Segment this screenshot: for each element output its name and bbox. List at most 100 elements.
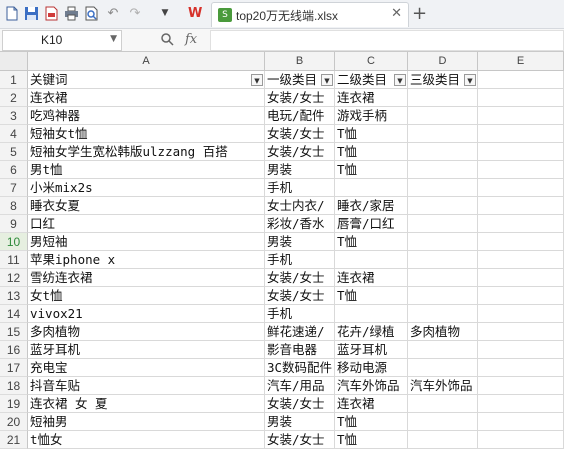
table-cell[interactable]	[408, 431, 478, 449]
table-cell[interactable]	[478, 269, 564, 287]
column-header-a[interactable]: A	[28, 52, 265, 71]
table-cell[interactable]	[478, 431, 564, 449]
table-cell[interactable]: 移动电源	[335, 359, 408, 377]
table-cell[interactable]: 短袖女学生宽松韩版ulzzang 百搭	[28, 143, 265, 161]
select-all-corner[interactable]	[0, 52, 28, 71]
row-header[interactable]: 5	[0, 143, 28, 161]
row-header[interactable]: 14	[0, 305, 28, 323]
table-cell[interactable]: 女士内衣/	[265, 197, 335, 215]
table-cell[interactable]: T恤	[335, 233, 408, 251]
table-cell[interactable]: 汽车外饰品	[335, 377, 408, 395]
table-cell[interactable]: 抖音车贴	[28, 377, 265, 395]
table-cell[interactable]: 男短袖	[28, 233, 265, 251]
table-cell[interactable]: 电玩/配件	[265, 107, 335, 125]
table-cell[interactable]: 苹果iphone x	[28, 251, 265, 269]
table-cell[interactable]: 唇膏/口红	[335, 215, 408, 233]
table-cell[interactable]: 连衣裙	[28, 89, 265, 107]
table-cell[interactable]	[408, 179, 478, 197]
table-cell[interactable]	[408, 287, 478, 305]
table-cell[interactable]: 口红	[28, 215, 265, 233]
table-cell[interactable]: 吃鸡神器	[28, 107, 265, 125]
table-cell[interactable]	[478, 341, 564, 359]
table-cell[interactable]	[408, 395, 478, 413]
table-cell[interactable]: 女装/女士	[265, 395, 335, 413]
table-cell[interactable]: 连衣裙	[335, 89, 408, 107]
table-cell[interactable]: 女装/女士	[265, 125, 335, 143]
header-cell[interactable]: 三级类目	[408, 71, 478, 89]
table-cell[interactable]	[408, 341, 478, 359]
table-cell[interactable]	[408, 413, 478, 431]
formula-input[interactable]	[210, 30, 564, 51]
table-cell[interactable]	[478, 323, 564, 341]
table-cell[interactable]: 3C数码配件	[265, 359, 335, 377]
table-cell[interactable]	[478, 413, 564, 431]
table-cell[interactable]	[408, 89, 478, 107]
table-cell[interactable]: 男装	[265, 161, 335, 179]
table-cell[interactable]	[408, 251, 478, 269]
table-cell[interactable]: 手机	[265, 251, 335, 269]
table-cell[interactable]: 多肉植物	[28, 323, 265, 341]
table-cell[interactable]: 花卉/绿植	[335, 323, 408, 341]
table-cell[interactable]: 男装	[265, 233, 335, 251]
table-cell[interactable]: 女装/女士	[265, 143, 335, 161]
table-cell[interactable]	[478, 89, 564, 107]
pdf-icon[interactable]	[42, 4, 60, 22]
table-cell[interactable]: T恤	[335, 431, 408, 449]
table-cell[interactable]	[478, 395, 564, 413]
table-cell[interactable]	[408, 269, 478, 287]
table-cell[interactable]	[478, 215, 564, 233]
row-header[interactable]: 1	[0, 71, 28, 89]
row-header[interactable]: 9	[0, 215, 28, 233]
filter-dropdown-icon[interactable]: ▼	[251, 74, 263, 86]
table-cell[interactable]: t恤女	[28, 431, 265, 449]
table-cell[interactable]	[335, 251, 408, 269]
fx-label[interactable]: fx	[185, 32, 197, 47]
row-header[interactable]: 6	[0, 161, 28, 179]
table-cell[interactable]	[408, 233, 478, 251]
table-cell[interactable]: 游戏手柄	[335, 107, 408, 125]
table-cell[interactable]: vivox21	[28, 305, 265, 323]
table-cell[interactable]: 汽车/用品	[265, 377, 335, 395]
table-cell[interactable]: 手机	[265, 179, 335, 197]
close-icon[interactable]: ✕	[391, 6, 402, 21]
name-box[interactable]: K10 ▼	[2, 30, 122, 51]
table-cell[interactable]: 睡衣女夏	[28, 197, 265, 215]
table-cell[interactable]: 女装/女士	[265, 287, 335, 305]
table-cell[interactable]: 短袖女t恤	[28, 125, 265, 143]
row-header[interactable]: 13	[0, 287, 28, 305]
redo-icon[interactable]: ↷	[126, 4, 144, 22]
column-header-c[interactable]: C	[335, 52, 408, 71]
table-cell[interactable]	[408, 305, 478, 323]
table-cell[interactable]: 连衣裙 女 夏	[28, 395, 265, 413]
table-cell[interactable]	[478, 197, 564, 215]
row-header[interactable]: 19	[0, 395, 28, 413]
dropdown-icon[interactable]: ▼	[156, 4, 174, 22]
filter-dropdown-icon[interactable]: ▼	[321, 74, 333, 86]
table-cell[interactable]: 蓝牙耳机	[28, 341, 265, 359]
table-cell[interactable]: 手机	[265, 305, 335, 323]
table-cell[interactable]: 男t恤	[28, 161, 265, 179]
table-cell[interactable]: 女装/女士	[265, 269, 335, 287]
table-cell[interactable]: 汽车外饰品	[408, 377, 478, 395]
table-cell[interactable]: T恤	[335, 413, 408, 431]
table-cell[interactable]: 睡衣/家居	[335, 197, 408, 215]
new-file-icon[interactable]	[3, 4, 21, 22]
row-header[interactable]: 11	[0, 251, 28, 269]
row-header[interactable]: 7	[0, 179, 28, 197]
table-cell[interactable]	[335, 179, 408, 197]
row-header[interactable]: 17	[0, 359, 28, 377]
filter-dropdown-icon[interactable]: ▼	[394, 74, 406, 86]
column-header-e[interactable]: E	[478, 52, 564, 71]
table-cell[interactable]	[408, 215, 478, 233]
row-header[interactable]: 18	[0, 377, 28, 395]
table-cell[interactable]: 女装/女士	[265, 89, 335, 107]
table-cell[interactable]: 充电宝	[28, 359, 265, 377]
undo-icon[interactable]: ↶	[104, 4, 122, 22]
row-header[interactable]: 10	[0, 233, 28, 251]
table-cell[interactable]: 蓝牙耳机	[335, 341, 408, 359]
add-tab-icon[interactable]: +	[412, 3, 427, 24]
table-cell[interactable]: T恤	[335, 287, 408, 305]
table-cell[interactable]	[478, 233, 564, 251]
chevron-down-icon[interactable]: ▼	[110, 34, 117, 44]
table-cell[interactable]: T恤	[335, 125, 408, 143]
